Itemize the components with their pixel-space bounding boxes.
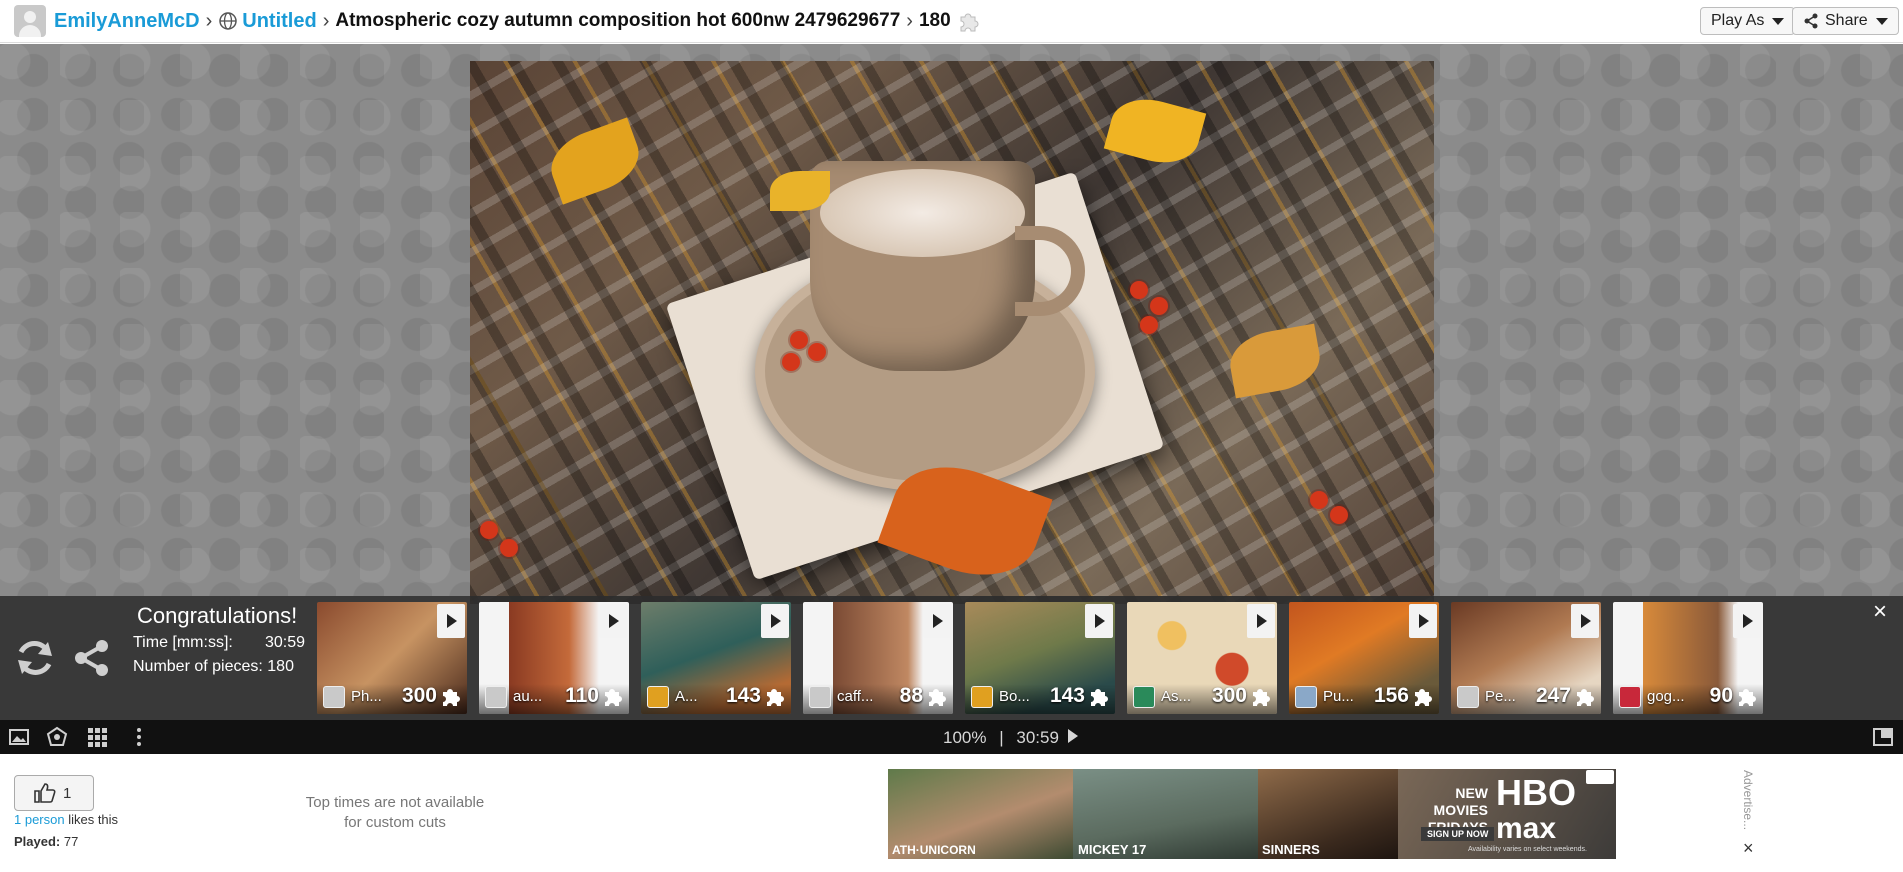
top-times-note: Top times are not available for custom c…	[305, 794, 485, 831]
puzzle-title: Atmospheric cozy autumn composition hot …	[335, 10, 901, 31]
puzzle-piece-icon	[1739, 689, 1756, 706]
avatar	[1295, 686, 1317, 708]
more-vertical-icon[interactable]	[128, 726, 150, 748]
related-puzzle-thumb[interactable]: Pe... 247	[1451, 602, 1601, 714]
avatar	[323, 686, 345, 708]
timer: 30:59	[1016, 728, 1059, 747]
avatar	[485, 686, 507, 708]
played-count: Played: 77	[14, 834, 79, 849]
avatar	[647, 686, 669, 708]
image-icon[interactable]	[8, 726, 30, 748]
chevron-right-icon: ›	[322, 9, 330, 32]
caret-down-icon	[1875, 17, 1888, 25]
chevron-right-icon: ›	[906, 9, 913, 32]
zoom-timer-status: 100% | 30:59	[943, 728, 1078, 748]
adchoices-icon[interactable]	[1586, 770, 1614, 784]
pieces-label: Number of pieces: 180	[133, 658, 294, 675]
play-icon[interactable]	[923, 604, 951, 638]
avatar	[1133, 686, 1155, 708]
time-value: 30:59	[265, 634, 306, 651]
puzzle-piece-icon	[767, 689, 784, 706]
globe-icon	[219, 12, 238, 30]
puzzle-piece-icon	[1091, 689, 1108, 706]
close-icon[interactable]: ×	[1873, 598, 1887, 626]
related-puzzle-thumb[interactable]: caff... 88	[803, 602, 953, 714]
puzzle-piece-icon	[443, 689, 460, 706]
play-icon[interactable]	[1571, 604, 1599, 638]
likes-summary: 1 person likes this	[14, 812, 119, 827]
advertisement-banner[interactable]: ATH·UNICORN MICKEY 17 SINNERS NEW MOVIES…	[888, 769, 1616, 859]
play-as-button[interactable]: Play As	[1700, 7, 1796, 35]
puzzle-piece-icon	[1577, 689, 1594, 706]
caret-down-icon	[1772, 17, 1785, 25]
share-icon[interactable]	[72, 638, 112, 678]
related-puzzle-thumb[interactable]: au... 110	[479, 602, 629, 714]
piece-count: 180	[918, 10, 951, 31]
restart-icon[interactable]	[14, 638, 56, 678]
puzzle-piece-icon	[605, 689, 622, 706]
play-icon[interactable]	[1733, 604, 1761, 638]
play-icon[interactable]	[1247, 604, 1275, 638]
puzzle-piece-icon	[1253, 689, 1270, 706]
time-label: Time [mm:ss]:	[133, 634, 233, 651]
fullscreen-icon[interactable]	[1872, 726, 1894, 748]
play-icon[interactable]	[437, 604, 465, 638]
play-icon[interactable]	[1409, 604, 1437, 638]
play-icon[interactable]	[1085, 604, 1113, 638]
share-button[interactable]: Share	[1792, 7, 1899, 35]
share-icon	[1804, 13, 1818, 29]
related-puzzle-thumb[interactable]: As... 300	[1127, 602, 1277, 714]
puzzle-piece-icon	[960, 13, 979, 32]
avatar	[809, 686, 831, 708]
close-ad-icon[interactable]: ×	[1743, 838, 1754, 859]
play-icon[interactable]	[761, 604, 789, 638]
grid-icon[interactable]	[86, 726, 108, 748]
ghost-image-icon[interactable]	[46, 726, 68, 748]
chevron-right-icon: ›	[205, 9, 213, 32]
play-icon[interactable]	[1067, 729, 1078, 743]
puzzle-piece-icon	[929, 689, 946, 706]
related-puzzle-thumb[interactable]: Bo... 143	[965, 602, 1115, 714]
congrats-title: Congratulations!	[137, 603, 298, 628]
related-puzzle-thumb[interactable]: Pu... 156	[1289, 602, 1439, 714]
related-puzzle-thumb[interactable]: A... 143	[641, 602, 791, 714]
breadcrumb-user[interactable]: EmilyAnneMcD	[54, 10, 200, 33]
avatar	[1619, 686, 1641, 708]
like-button[interactable]: 1	[14, 775, 94, 811]
related-puzzle-thumb[interactable]: gog... 90	[1613, 602, 1763, 714]
user-avatar[interactable]	[14, 5, 46, 37]
thumbs-up-icon	[34, 783, 56, 803]
hbo-max-logo: HBO max	[1496, 772, 1576, 846]
zoom-level: 100%	[943, 728, 987, 747]
likes-link[interactable]: 1 person	[14, 812, 65, 827]
avatar	[1457, 686, 1479, 708]
play-icon[interactable]	[599, 604, 627, 638]
advertisement-label: Advertise...	[1741, 770, 1755, 831]
puzzle-piece-icon	[1415, 689, 1432, 706]
breadcrumb-collection[interactable]: Untitled	[242, 10, 316, 33]
top-header: EmilyAnneMcD › Untitled › Atmospheric co…	[0, 0, 1903, 43]
completed-puzzle-image[interactable]	[470, 61, 1434, 604]
related-puzzle-thumb[interactable]: Ph... 300	[317, 602, 467, 714]
avatar	[971, 686, 993, 708]
